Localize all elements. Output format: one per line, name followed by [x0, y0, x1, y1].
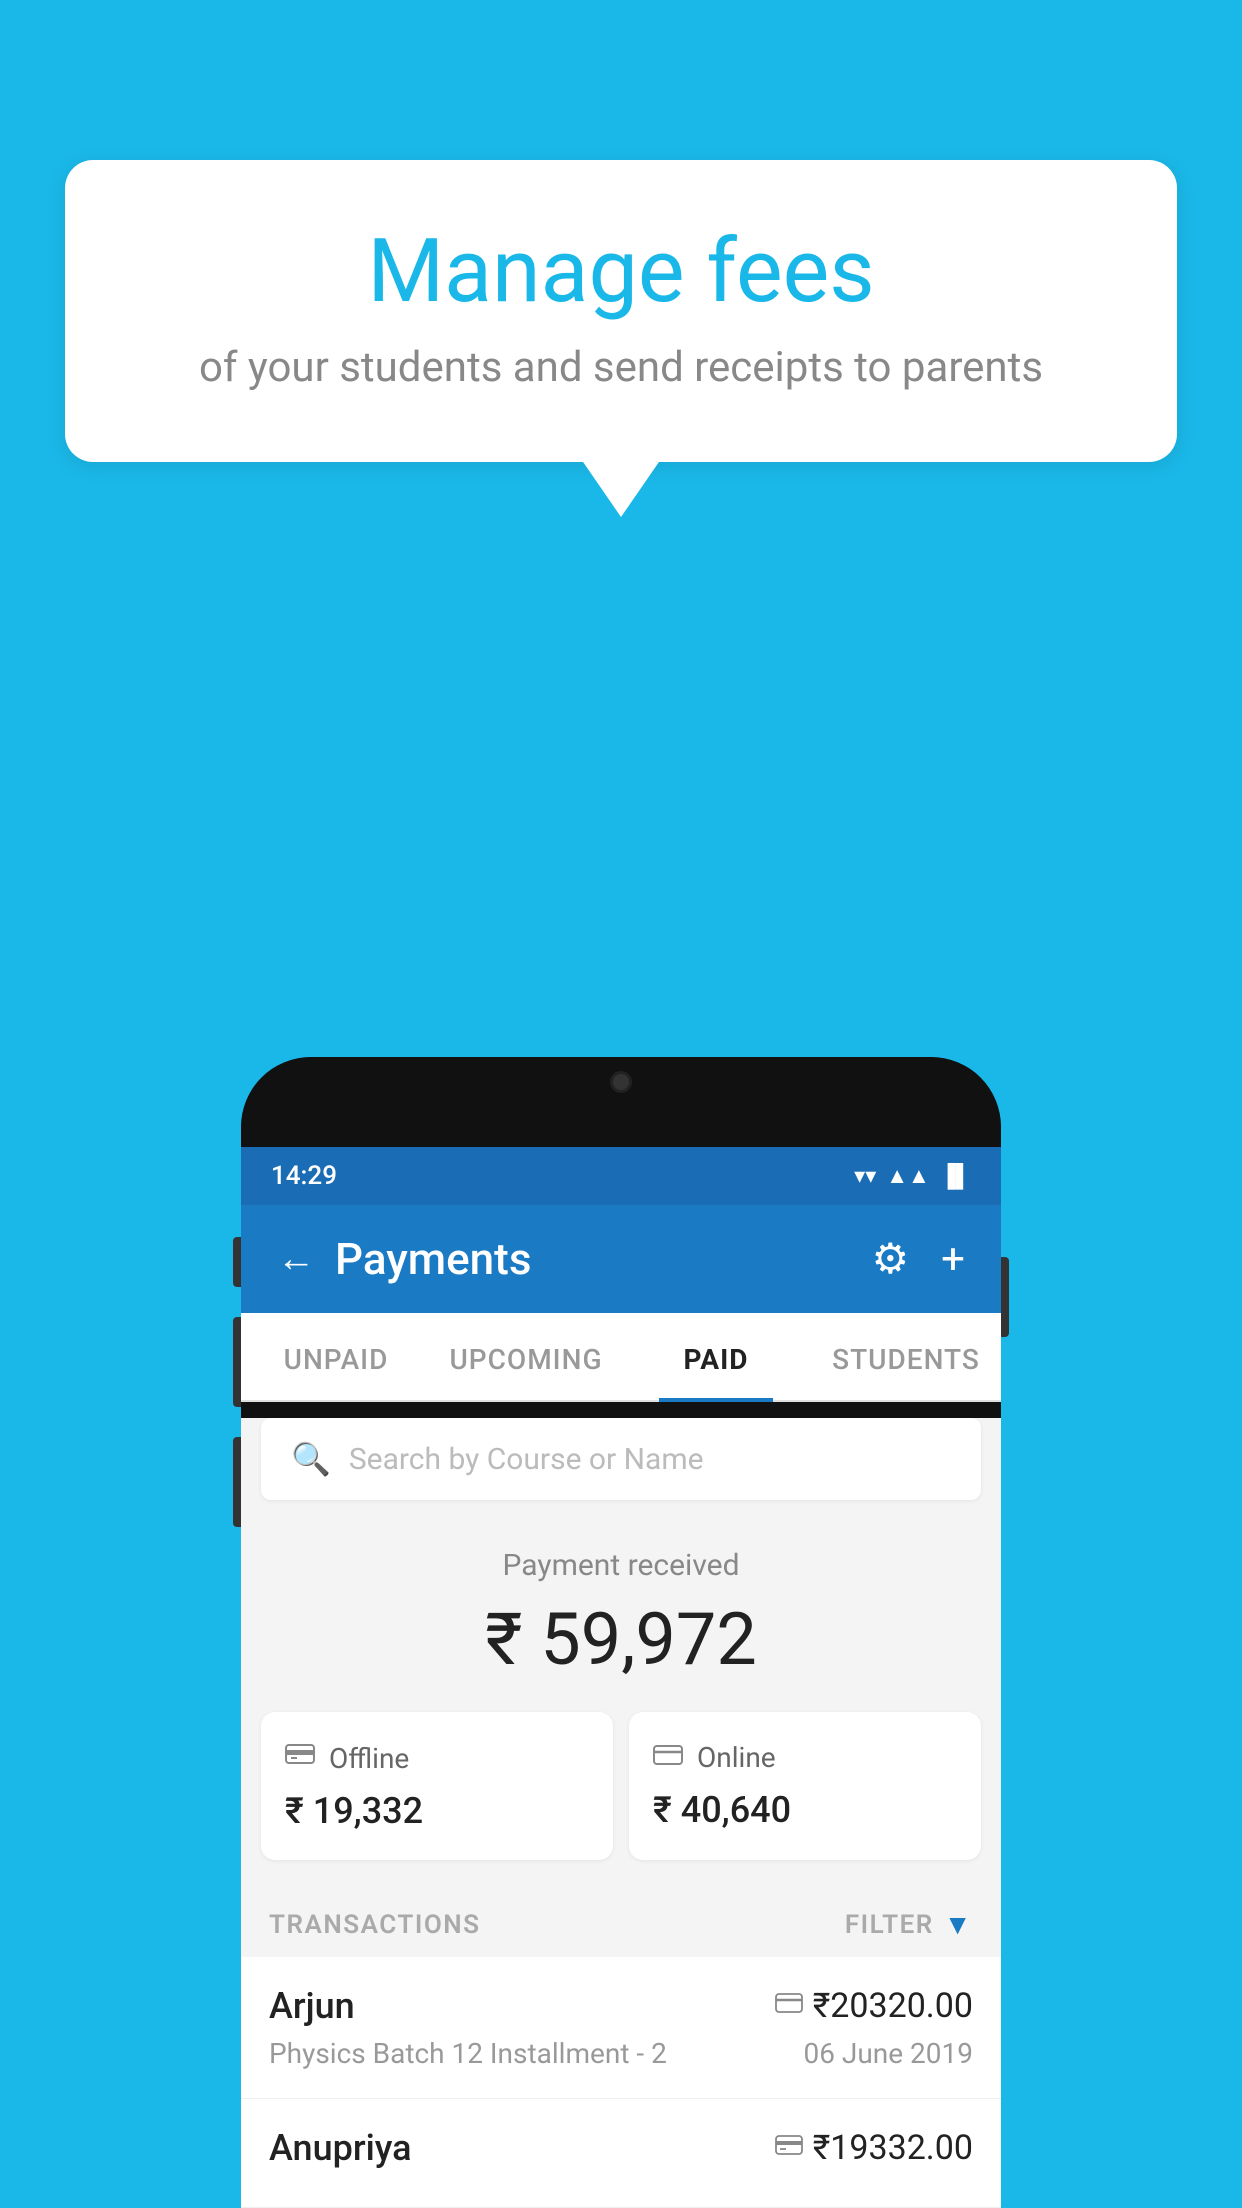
volume-up-button [233, 1237, 241, 1287]
status-icons: ▾▾ ▲▲ ▐▌ [854, 1163, 971, 1189]
header-actions: ⚙ + [872, 1234, 966, 1284]
search-icon: 🔍 [291, 1440, 331, 1478]
phone-top-bezel [241, 1057, 1001, 1147]
filter-button[interactable]: FILTER ▼ [845, 1908, 973, 1941]
bubble-subtitle: of your students and send receipts to pa… [145, 343, 1097, 392]
transactions-header: TRANSACTIONS FILTER ▼ [241, 1884, 1001, 1957]
online-icon [653, 1740, 683, 1775]
transaction-amount: ₹20320.00 [813, 1986, 973, 2026]
add-icon[interactable]: + [941, 1235, 965, 1284]
offline-label: Offline [329, 1742, 409, 1775]
transaction-name: Anupriya [269, 2127, 412, 2169]
power-button [1001, 1257, 1009, 1337]
header-left: ← Payments [277, 1233, 531, 1285]
transaction-amount: ₹19332.00 [813, 2128, 973, 2168]
search-placeholder: Search by Course or Name [349, 1442, 704, 1477]
transaction-bottom: Physics Batch 12 Installment - 2 06 June… [269, 2037, 973, 2070]
phone-notch [576, 1057, 666, 1107]
status-time: 14:29 [271, 1161, 337, 1191]
payment-received-label: Payment received [261, 1548, 981, 1583]
speech-bubble: Manage fees of your students and send re… [65, 160, 1177, 462]
bubble-title: Manage fees [145, 220, 1097, 323]
payment-cards: Offline ₹ 19,332 Online [241, 1712, 1001, 1884]
transaction-amount-wrap: ₹19332.00 [775, 2128, 973, 2168]
transaction-mode-icon [775, 1991, 803, 2021]
speech-bubble-container: Manage fees of your students and send re… [65, 160, 1177, 462]
transactions-label: TRANSACTIONS [269, 1910, 481, 1940]
settings-icon[interactable]: ⚙ [872, 1234, 910, 1284]
phone-content: 🔍 Search by Course or Name Payment recei… [241, 1418, 1001, 2208]
page-title: Payments [335, 1233, 531, 1285]
offline-icon [285, 1740, 315, 1776]
battery-icon: ▐▌ [940, 1163, 971, 1189]
payment-amount: ₹ 59,972 [261, 1597, 981, 1682]
back-button[interactable]: ← [277, 1237, 315, 1281]
offline-amount: ₹ 19,332 [285, 1790, 589, 1832]
transaction-date: 06 June 2019 [803, 2037, 973, 2070]
transaction-mode-icon [775, 2132, 803, 2165]
tab-students[interactable]: STUDENTS [811, 1313, 1001, 1400]
online-amount: ₹ 40,640 [653, 1789, 957, 1831]
filter-icon: ▼ [944, 1908, 973, 1941]
transaction-row[interactable]: Anupriya ₹19332.00 [241, 2099, 1001, 2208]
tab-bar: UNPAID UPCOMING PAID STUDENTS [241, 1313, 1001, 1402]
silent-button [233, 1437, 241, 1527]
transaction-top: Arjun ₹20320.00 [269, 1985, 973, 2027]
transaction-name: Arjun [269, 1985, 355, 2027]
tab-unpaid[interactable]: UNPAID [241, 1313, 431, 1400]
transaction-top: Anupriya ₹19332.00 [269, 2127, 973, 2169]
phone-wrapper: 14:29 ▾▾ ▲▲ ▐▌ ← Payments ⚙ + [241, 1057, 1001, 2208]
online-card: Online ₹ 40,640 [629, 1712, 981, 1860]
front-camera [610, 1071, 632, 1093]
offline-card-header: Offline [285, 1740, 589, 1776]
transaction-row[interactable]: Arjun ₹20320.00 Physics [241, 1957, 1001, 2099]
signal-icon: ▲▲ [886, 1163, 930, 1189]
search-bar[interactable]: 🔍 Search by Course or Name [261, 1418, 981, 1500]
online-label: Online [697, 1741, 776, 1774]
tab-paid[interactable]: PAID [621, 1313, 811, 1400]
wifi-icon: ▾▾ [854, 1164, 876, 1189]
phone-container: 14:29 ▾▾ ▲▲ ▐▌ ← Payments ⚙ + [241, 1057, 1001, 2208]
offline-card: Offline ₹ 19,332 [261, 1712, 613, 1860]
phone-frame: 14:29 ▾▾ ▲▲ ▐▌ ← Payments ⚙ + [241, 1057, 1001, 2208]
payment-received-section: Payment received ₹ 59,972 [241, 1508, 1001, 1712]
transaction-course: Physics Batch 12 Installment - 2 [269, 2037, 667, 2070]
filter-label: FILTER [845, 1910, 934, 1940]
app-header: ← Payments ⚙ + [241, 1205, 1001, 1313]
volume-down-button [233, 1317, 241, 1407]
online-card-header: Online [653, 1740, 957, 1775]
transaction-amount-wrap: ₹20320.00 [775, 1986, 973, 2026]
tab-upcoming[interactable]: UPCOMING [431, 1313, 621, 1400]
status-bar: 14:29 ▾▾ ▲▲ ▐▌ [241, 1147, 1001, 1205]
